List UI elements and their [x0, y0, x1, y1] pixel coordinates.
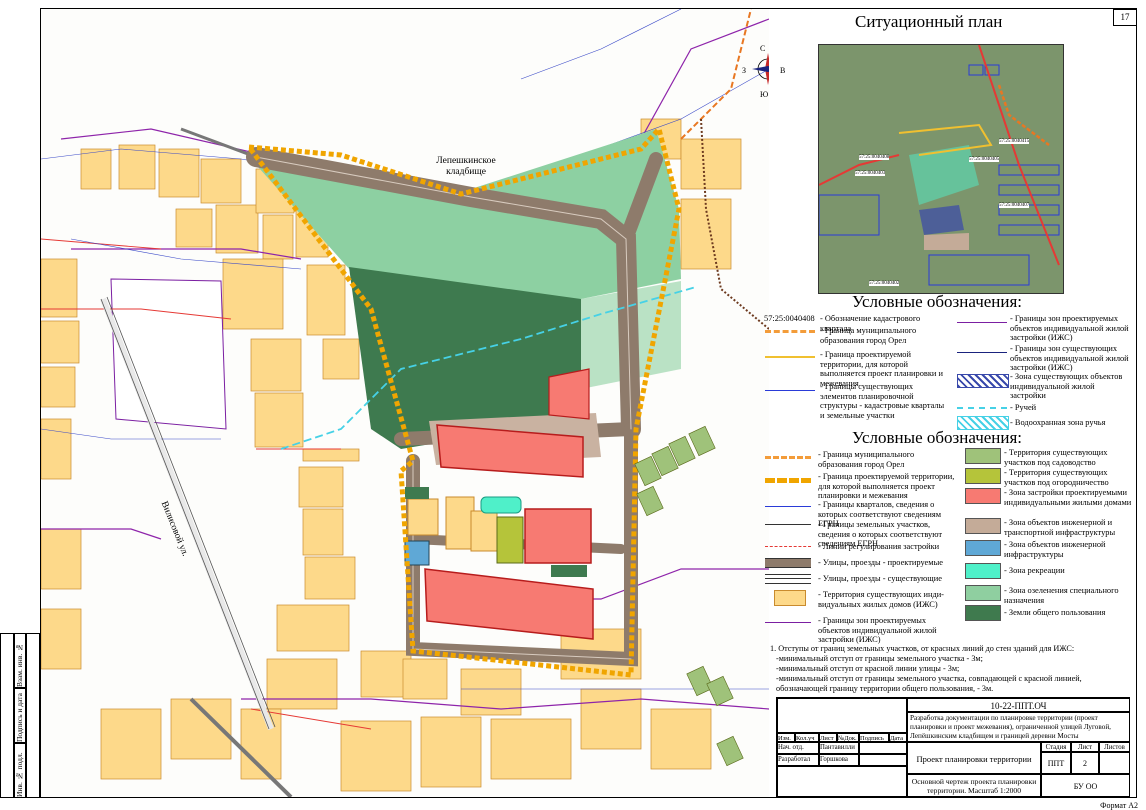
legend1-l3: - Границы существующих элементов планиро… [820, 382, 945, 420]
stamp-h0: Изм. [777, 733, 795, 742]
stamp-name2: Горшкова [819, 754, 859, 766]
stamp-h5: Дата [889, 733, 907, 742]
legend2-r2: - Зона застройки проектируемыми индивиду… [1004, 488, 1132, 507]
stamp-role1: Нач. отд. [777, 742, 819, 754]
stamp-sheets [1099, 752, 1130, 774]
side-stamp-3: Инв. № подл. [14, 743, 26, 798]
stamp-role2: Разработал [777, 754, 819, 766]
stamp-h3: №Док. [837, 733, 859, 742]
stamp-stage: ППТ [1041, 752, 1071, 774]
sheet-format: Формат А2 [1100, 801, 1138, 810]
stamp-project: Проект планировки территории [907, 742, 1041, 774]
legend2-l4: - Линии регулирования застройки [818, 542, 940, 551]
legend1-title: Условные обозначения: [852, 292, 1023, 311]
stamp-name1: Пантавилли [819, 742, 859, 754]
legend1-r4: - Водоохранная зона ручья [1010, 418, 1106, 427]
legend2-r0: - Территория существующих участков под с… [1004, 448, 1108, 467]
legend1-r3: - Ручей [1010, 403, 1037, 412]
stamp-description: Разработка документации по планировке те… [907, 712, 1130, 742]
stamp-stage-h: Стадия [1041, 742, 1071, 752]
legend2-l5: - Улицы, проезды - проектируемые [818, 558, 943, 567]
sit-label-1: 57:25:0040408 [859, 155, 890, 160]
notes-line-1: -минимальный отступ от границы земельног… [776, 654, 983, 663]
stamp-h1: Кол.уч [795, 733, 819, 742]
legend2-r1: - Территория существующих участков под о… [1004, 468, 1109, 487]
notes-line-2: -минимальный отступ от красной линии ули… [776, 664, 960, 673]
stamp-h2: Лист [819, 733, 837, 742]
stamp-sheets-h: Листов [1099, 742, 1130, 752]
legend1-code: 57:25:0040408 [764, 314, 815, 323]
legend1-r1: - Границы зон существующих объектов инди… [1010, 344, 1129, 373]
legend2-r5: - Зона рекреации [1004, 566, 1065, 575]
compass-e: В [780, 66, 786, 75]
legend2-l0: - Граница муниципального образования гор… [818, 450, 915, 469]
stamp-sheet-h: Лист [1071, 742, 1099, 752]
legend2-l6: - Улицы, проезды - существующие [818, 574, 942, 583]
stamp-org: БУ ОО "ОРЕЛАРХПЛАН" [1041, 774, 1130, 797]
legend2-title: Условные обозначения: [852, 428, 1023, 447]
stamp-sheet: 2 [1071, 752, 1099, 774]
sit-label-6: 57:25:0040402 [869, 281, 900, 286]
side-stamp-2: Подпись и дата [14, 688, 26, 743]
stamp-code: 10-22-ППТ.ОЧ [907, 698, 1130, 712]
sit-label-4: 57:25:0040403 [855, 171, 886, 176]
stamp-drawing: Основной чертеж проекта планировки терри… [907, 774, 1041, 797]
notes-heading: 1. Отступы от границ земельных участков,… [770, 644, 1075, 653]
legend2-r7: - Земли общего пользования [1004, 608, 1106, 617]
legend2-l1: - Граница проектируемой территории, для … [818, 472, 955, 501]
setback-notes: 1. Отступы от границ земельных участков,… [770, 644, 1125, 694]
drawing-sheet: 17 Лепешкинское кладбище Вилисовой ул. С… [0, 0, 1146, 810]
compass-n: С [760, 44, 766, 53]
sit-label-5: 57:25:0040407 [999, 203, 1030, 208]
situational-plan-map: 57:25:0040408 57:25:0040415 57:25:004040… [818, 44, 1064, 294]
title-block: 10-22-ППТ.ОЧ Разработка документации по … [776, 697, 1130, 797]
compass-w: З [742, 66, 747, 75]
legend2-l8: - Границы зон проектируемых объектов инд… [818, 616, 937, 645]
sit-label-3: 57:25:0040405 [969, 157, 1000, 162]
sit-label-2: 57:25:0040415 [999, 139, 1030, 144]
side-stamp: Взам. инв. № Подпись и дата Инв. № подл. [0, 633, 40, 798]
legend2-l7: - Территория существующих инди-видуальны… [818, 590, 944, 609]
legend2-r6: - Зона озеленения специального назначени… [1004, 586, 1119, 605]
legend1-r0: - Границы зон проектируемых объектов инд… [1010, 314, 1129, 343]
legend2-r3: - Зона объектов инженерной и транспортно… [1004, 518, 1116, 537]
notes-line-3: -минимальный отступ от границы земельног… [776, 674, 1082, 693]
legend1-r2: - Зона существующих объектов индивидуаль… [1010, 372, 1123, 401]
situational-plan-title: Ситуационный план [855, 12, 1003, 31]
legend2-r4: - Зона объектов инженерной инфраструктур… [1004, 540, 1106, 559]
page-number: 17 [1113, 9, 1137, 26]
compass-s: Ю [760, 90, 769, 99]
legend1-l1: - Граница муниципального образования гор… [820, 326, 917, 345]
cemetery-label: Лепешкинское кладбище [436, 156, 496, 177]
side-stamp-1: Взам. инв. № [14, 633, 26, 688]
stamp-h4: Подпись [859, 733, 889, 742]
